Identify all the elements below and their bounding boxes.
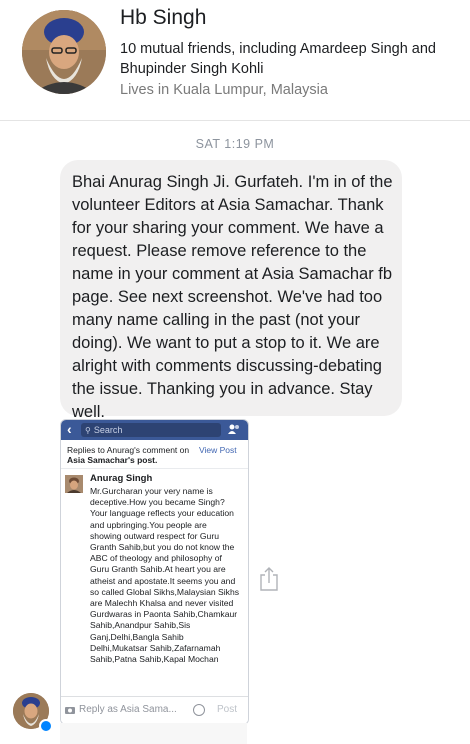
friends-icon	[228, 424, 239, 434]
profile-name[interactable]: Hb Singh	[120, 6, 206, 30]
share-icon[interactable]	[259, 566, 279, 592]
replies-page: Asia Samachar's post.	[67, 455, 158, 465]
search-placeholder: Search	[93, 425, 123, 435]
profile-header: Hb Singh 10 mutual friends, including Am…	[0, 0, 470, 120]
emoji-icon	[193, 704, 205, 716]
camera-icon	[65, 707, 75, 714]
lives-in-text: Lives in Kuala Lumpur, Malaysia	[120, 82, 328, 98]
profile-avatar[interactable]	[22, 10, 106, 94]
bottom-strip	[60, 723, 247, 744]
message-timestamp: SAT 1:19 PM	[195, 137, 275, 151]
post-button: Post	[217, 704, 238, 715]
screenshot-divider	[61, 468, 248, 469]
view-post-link: View Post	[199, 445, 237, 455]
screenshot-search-field: ⚲ Search	[81, 423, 221, 437]
message-text: Bhai Anurag Singh Ji. Gurfateh. I'm in o…	[72, 173, 393, 421]
back-arrow-icon: ‹	[67, 421, 72, 437]
divider	[0, 120, 470, 121]
mutual-friends-text: 10 mutual friends, including Amardeep Si…	[120, 41, 436, 77]
comment-text: Mr.Gurcharan your very name is deceptive…	[90, 486, 240, 665]
reply-bar: Reply as Asia Sama... Post	[61, 696, 248, 724]
commenter-avatar	[65, 475, 83, 493]
screenshot-nav-bar: ‹ ⚲ Search	[61, 420, 248, 440]
message-bubble[interactable]: Bhai Anurag Singh Ji. Gurfateh. I'm in o…	[60, 160, 402, 421]
replies-heading: Replies to Anurag's comment on Asia Sama…	[67, 445, 202, 465]
messenger-badge-icon	[39, 719, 53, 733]
search-icon: ⚲	[85, 426, 91, 435]
attached-screenshot[interactable]: ‹ ⚲ Search Replies to Anurag's comment on…	[60, 419, 249, 725]
replies-prefix: Replies to Anurag's comment on	[67, 445, 190, 455]
commenter-name: Anurag Singh	[90, 473, 153, 484]
